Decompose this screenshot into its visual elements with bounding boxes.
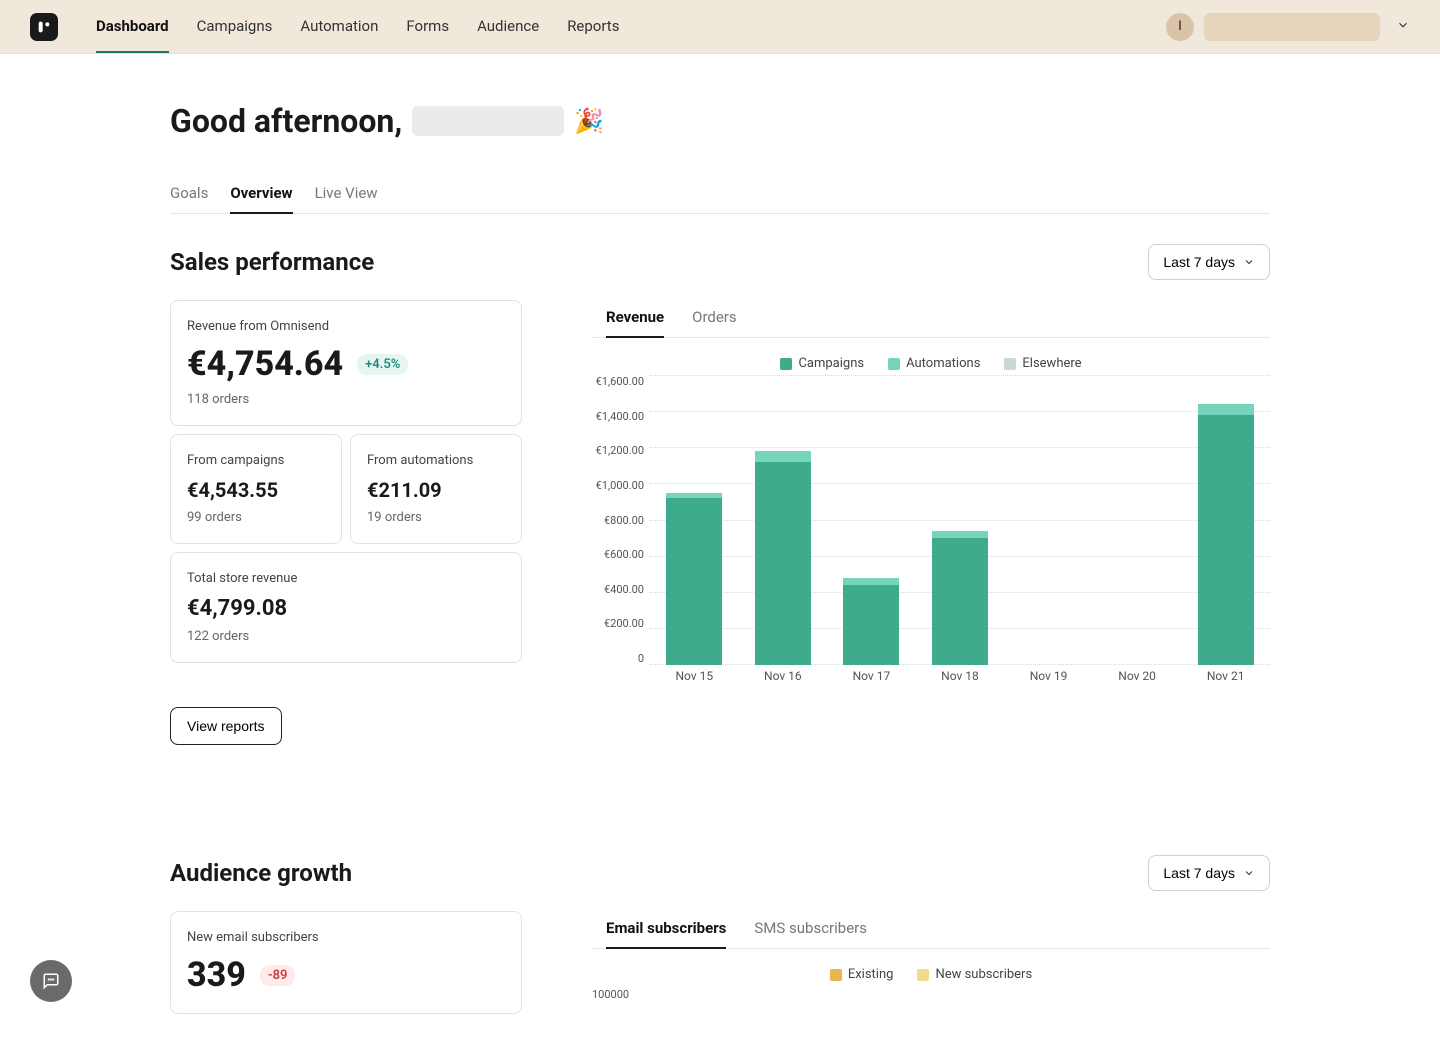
legend-swatch-new	[917, 969, 929, 981]
nav-automation[interactable]: Automation	[300, 17, 378, 53]
legend-label: New subscribers	[935, 967, 1032, 982]
bar-nov-15[interactable]	[666, 493, 722, 665]
avatar[interactable]: I	[1166, 13, 1194, 41]
card-total-store-revenue[interactable]: Total store revenue €4,799.08 122 orders	[170, 552, 522, 663]
store-select[interactable]	[1204, 13, 1380, 41]
greeting-name-placeholder	[412, 106, 564, 136]
card-revenue-omnisend[interactable]: Revenue from Omnisend €4,754.64 +4.5% 11…	[170, 300, 522, 426]
tab-goals[interactable]: Goals	[170, 184, 208, 213]
legend-label: Automations	[906, 356, 980, 371]
chat-icon	[42, 972, 60, 990]
greeting-text: Good afternoon,	[170, 102, 402, 140]
audience-range-select[interactable]: Last 7 days	[1148, 855, 1270, 891]
sales-legend: Campaigns Automations Elsewhere	[592, 346, 1270, 375]
view-reports-button[interactable]: View reports	[170, 707, 282, 745]
x-tick: Nov 19	[1021, 669, 1077, 695]
bar-nov-16[interactable]	[755, 451, 811, 665]
legend-swatch-existing	[830, 969, 842, 981]
bar-nov-18[interactable]	[932, 531, 988, 665]
card-new-email-subscribers[interactable]: New email subscribers 339 -89	[170, 911, 522, 1014]
store-chevron-icon[interactable]	[1396, 17, 1410, 36]
x-tick: Nov 16	[755, 669, 811, 695]
sales-range-select[interactable]: Last 7 days	[1148, 244, 1270, 280]
party-popper-icon: 🎉	[574, 107, 604, 135]
delta-up-badge: +4.5%	[357, 354, 408, 375]
revenue-chart: €1,600.00€1,400.00€1,200.00€1,000.00€800…	[592, 375, 1270, 695]
card-orders: 19 orders	[367, 510, 505, 525]
sales-title: Sales performance	[170, 248, 374, 276]
legend-label: Campaigns	[798, 356, 864, 371]
audience-legend: Existing New subscribers	[592, 957, 1270, 986]
card-value: €4,754.64	[187, 344, 343, 384]
card-from-automations[interactable]: From automations €211.09 19 orders	[350, 434, 522, 544]
chevron-down-icon	[1243, 256, 1255, 268]
bar-nov-17[interactable]	[843, 578, 899, 665]
x-tick: Nov 17	[843, 669, 899, 695]
card-value: €211.09	[367, 478, 505, 502]
sales-range-label: Last 7 days	[1163, 254, 1235, 270]
card-label: Revenue from Omnisend	[187, 319, 505, 334]
dashboard-subtabs: Goals Overview Live View	[170, 184, 1270, 214]
nav-campaigns[interactable]: Campaigns	[197, 17, 273, 53]
card-label: From automations	[367, 453, 505, 468]
x-tick: Nov 20	[1109, 669, 1165, 695]
chart-tab-revenue[interactable]: Revenue	[606, 300, 664, 338]
x-tick: Nov 18	[932, 669, 988, 695]
card-label: From campaigns	[187, 453, 325, 468]
x-tick: Nov 15	[666, 669, 722, 695]
delta-down-badge: -89	[260, 965, 296, 986]
nav-forms[interactable]: Forms	[406, 17, 449, 53]
sales-chart-tabs: Revenue Orders	[592, 300, 1270, 338]
legend-swatch-elsewhere	[1004, 358, 1016, 370]
bar-nov-21[interactable]	[1198, 404, 1254, 665]
audience-y-max: 100000	[592, 988, 1270, 1001]
chevron-down-icon	[1243, 867, 1255, 879]
nav-reports[interactable]: Reports	[567, 17, 619, 53]
card-orders: 99 orders	[187, 510, 325, 525]
legend-swatch-campaigns	[780, 358, 792, 370]
card-value: €4,799.08	[187, 596, 505, 621]
legend-swatch-automations	[888, 358, 900, 370]
card-value: 339	[187, 955, 246, 995]
brand-logo[interactable]	[30, 13, 58, 41]
card-from-campaigns[interactable]: From campaigns €4,543.55 99 orders	[170, 434, 342, 544]
audience-chart-tabs: Email subscribers SMS subscribers	[592, 911, 1270, 949]
card-label: New email subscribers	[187, 930, 505, 945]
legend-label: Elsewhere	[1022, 356, 1081, 371]
chart-tab-sms-subs[interactable]: SMS subscribers	[754, 911, 867, 948]
greeting: Good afternoon, 🎉	[170, 102, 1270, 140]
chart-tab-email-subs[interactable]: Email subscribers	[606, 911, 726, 949]
tab-overview[interactable]: Overview	[230, 184, 292, 214]
tab-live-view[interactable]: Live View	[315, 184, 378, 213]
x-tick: Nov 21	[1198, 669, 1254, 695]
audience-title: Audience growth	[170, 859, 352, 887]
logo-icon	[36, 19, 52, 35]
card-orders: 118 orders	[187, 392, 505, 407]
nav-audience[interactable]: Audience	[477, 17, 539, 53]
chart-tab-orders[interactable]: Orders	[692, 300, 737, 337]
chat-fab[interactable]	[30, 960, 72, 1002]
card-value: €4,543.55	[187, 478, 325, 502]
top-nav: Dashboard Campaigns Automation Forms Aud…	[96, 17, 619, 37]
nav-dashboard[interactable]: Dashboard	[96, 17, 169, 53]
card-label: Total store revenue	[187, 571, 505, 586]
legend-label: Existing	[848, 967, 894, 982]
card-orders: 122 orders	[187, 629, 505, 644]
audience-range-label: Last 7 days	[1163, 865, 1235, 881]
